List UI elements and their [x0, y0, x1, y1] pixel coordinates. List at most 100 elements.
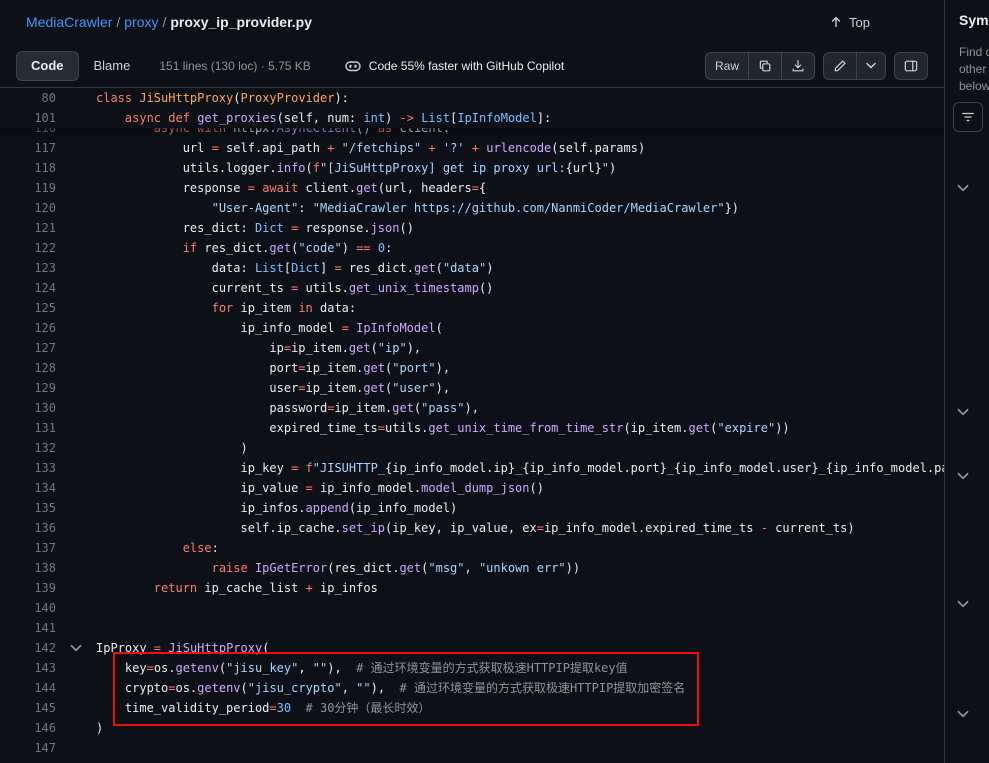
line-number[interactable]: 140 — [0, 598, 56, 618]
code-text: if res_dict.get("code") == 0: — [96, 238, 392, 258]
symbols-description-line: Find definitions and references for func… — [959, 44, 989, 61]
symbols-filter-button[interactable] — [953, 102, 983, 132]
line-number[interactable]: 143 — [0, 658, 56, 678]
line-number[interactable]: 134 — [0, 478, 56, 498]
code-text: password=ip_item.get("pass"), — [96, 398, 479, 418]
line-number[interactable]: 118 — [0, 158, 56, 178]
line-number[interactable]: 126 — [0, 318, 56, 338]
symbol-tree-expand-icon[interactable] — [957, 408, 973, 424]
fold-gutter — [56, 458, 96, 478]
line-number[interactable]: 121 — [0, 218, 56, 238]
fold-gutter — [56, 438, 96, 458]
fold-gutter — [56, 618, 96, 638]
tab-code[interactable]: Code — [16, 51, 79, 81]
line-number[interactable]: 80 — [0, 88, 56, 108]
fold-gutter — [56, 108, 96, 128]
symbol-tree-expand-icon[interactable] — [957, 472, 973, 488]
line-number[interactable]: 127 — [0, 338, 56, 358]
fold-gutter — [56, 278, 96, 298]
code-line: 132 ) — [0, 438, 944, 458]
symbols-panel-toggle-button[interactable] — [894, 52, 928, 80]
copy-button[interactable] — [748, 52, 782, 80]
fold-gutter — [56, 138, 96, 158]
copilot-banner[interactable]: Code 55% faster with GitHub Copilot — [345, 58, 564, 74]
fold-gutter — [56, 218, 96, 238]
line-number[interactable]: 135 — [0, 498, 56, 518]
line-number[interactable]: 131 — [0, 418, 56, 438]
symbol-tree-expand-icon[interactable] — [957, 710, 973, 726]
copilot-icon — [345, 58, 361, 74]
code-text: ip_infos.append(ip_info_model) — [96, 498, 457, 518]
code-text: self.ip_cache.set_ip(ip_key, ip_value, e… — [96, 518, 855, 538]
breadcrumb-file-name: proxy_ip_provider.py — [170, 14, 312, 30]
breadcrumb-folder-link[interactable]: proxy — [124, 14, 158, 30]
line-number[interactable]: 130 — [0, 398, 56, 418]
code-line: 101 async def get_proxies(self, num: int… — [0, 108, 944, 128]
code-line: 137 else: — [0, 538, 944, 558]
file-toolbar: Code Blame 151 lines (130 loc) · 5.75 KB… — [0, 44, 944, 88]
fold-gutter — [56, 478, 96, 498]
edit-dropdown-button[interactable] — [856, 52, 886, 80]
line-number[interactable]: 138 — [0, 558, 56, 578]
download-button[interactable] — [781, 52, 815, 80]
line-number[interactable]: 137 — [0, 538, 56, 558]
fold-gutter — [56, 378, 96, 398]
fold-gutter — [56, 518, 96, 538]
code-text: res_dict: Dict = response.json() — [96, 218, 414, 238]
edit-button[interactable] — [823, 52, 857, 80]
raw-button[interactable]: Raw — [705, 52, 749, 80]
line-number[interactable]: 147 — [0, 738, 56, 758]
code-text: crypto=os.getenv("jisu_crypto", ""), # 通… — [96, 678, 685, 698]
code-line: 117 url = self.api_path + "/fetchips" + … — [0, 138, 944, 158]
fold-gutter — [56, 358, 96, 378]
toolbar-actions: Raw — [705, 52, 928, 80]
line-number[interactable]: 128 — [0, 358, 56, 378]
code-text: class JiSuHttpProxy(ProxyProvider): — [96, 88, 349, 108]
code-line: 134 ip_value = ip_info_model.model_dump_… — [0, 478, 944, 498]
chevron-down-icon — [866, 62, 876, 69]
edit-split-button — [823, 52, 886, 80]
fold-gutter — [56, 698, 96, 718]
line-number[interactable]: 125 — [0, 298, 56, 318]
line-number[interactable]: 141 — [0, 618, 56, 638]
code-line: 143 key=os.getenv("jisu_key", ""), # 通过环… — [0, 658, 944, 678]
code-text: for ip_item in data: — [96, 298, 356, 318]
line-number[interactable]: 117 — [0, 138, 56, 158]
line-number[interactable]: 139 — [0, 578, 56, 598]
line-number[interactable]: 144 — [0, 678, 56, 698]
code-text: IpProxy = JiSuHttpProxy( — [96, 638, 269, 658]
code-line: 121 res_dict: Dict = response.json() — [0, 218, 944, 238]
line-number[interactable]: 123 — [0, 258, 56, 278]
code-text: current_ts = utils.get_unix_timestamp() — [96, 278, 493, 298]
line-number[interactable]: 145 — [0, 698, 56, 718]
line-number[interactable]: 142 — [0, 638, 56, 658]
breadcrumb-repo-link[interactable]: MediaCrawler — [26, 14, 112, 30]
arrow-up-icon — [829, 15, 843, 29]
fold-gutter — [56, 578, 96, 598]
code-text: ip=ip_item.get("ip"), — [96, 338, 421, 358]
fold-gutter — [56, 178, 96, 198]
line-number[interactable]: 132 — [0, 438, 56, 458]
line-number[interactable]: 119 — [0, 178, 56, 198]
symbol-tree-expand-icon[interactable] — [957, 600, 973, 616]
fold-toggle-icon[interactable] — [56, 638, 96, 658]
tab-blame[interactable]: Blame — [79, 51, 146, 81]
line-number[interactable]: 124 — [0, 278, 56, 298]
code-line: 126 ip_info_model = IpInfoModel( — [0, 318, 944, 338]
line-number[interactable]: 129 — [0, 378, 56, 398]
code-line: 120 "User-Agent": "MediaCrawler https://… — [0, 198, 944, 218]
line-number[interactable]: 133 — [0, 458, 56, 478]
scroll-to-top-button[interactable]: Top — [829, 15, 928, 30]
fold-gutter — [56, 558, 96, 578]
code-text: raise IpGetError(res_dict.get("msg", "un… — [96, 558, 580, 578]
line-number[interactable]: 101 — [0, 108, 56, 128]
symbols-description-line: below or in the code. — [959, 78, 989, 95]
code-line: 147 — [0, 738, 944, 758]
line-number[interactable]: 122 — [0, 238, 56, 258]
line-number[interactable]: 120 — [0, 198, 56, 218]
line-number[interactable]: 136 — [0, 518, 56, 538]
fold-gutter — [56, 658, 96, 678]
fold-gutter — [56, 338, 96, 358]
symbol-tree-expand-icon[interactable] — [957, 184, 973, 200]
line-number[interactable]: 146 — [0, 718, 56, 738]
